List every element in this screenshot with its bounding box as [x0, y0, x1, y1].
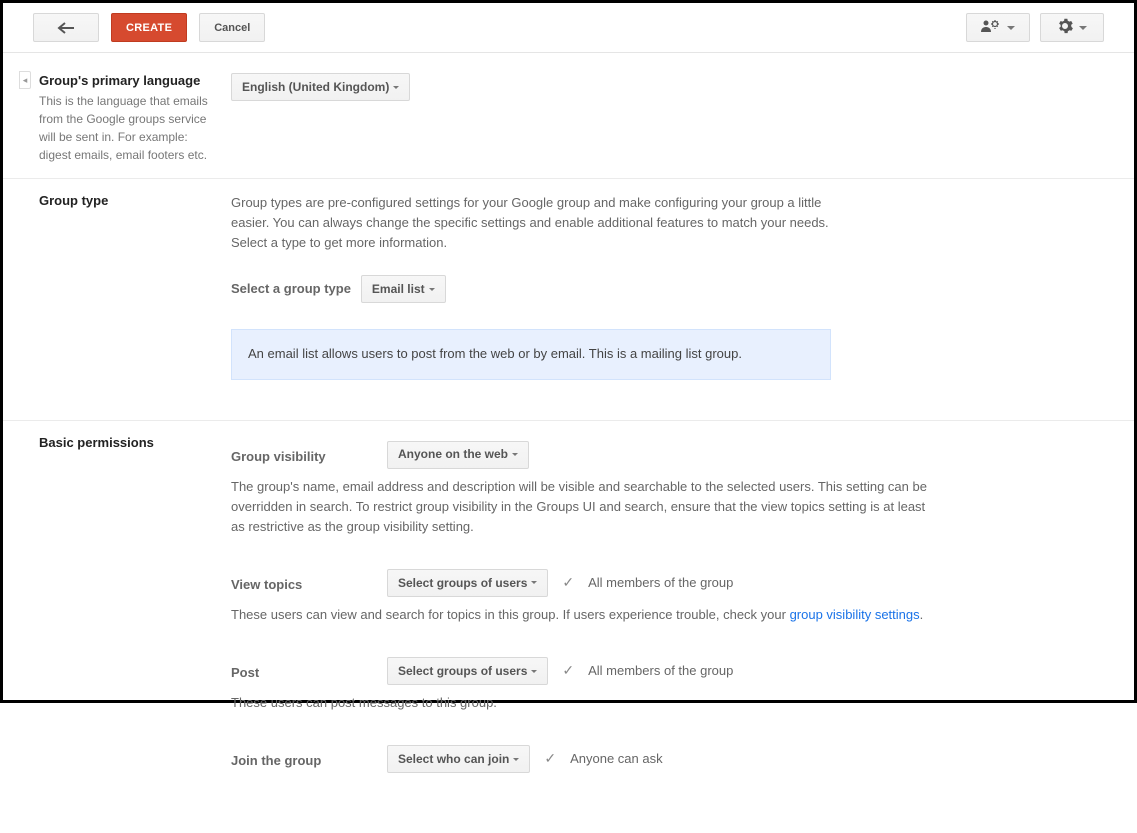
section-language: ◂ Group's primary language This is the l…: [3, 53, 1134, 179]
toolbar-left: CREATE Cancel: [33, 13, 265, 42]
view-topics-ctrl: Select groups of users ✓ All members of …: [387, 569, 733, 597]
cancel-button[interactable]: Cancel: [199, 13, 265, 42]
post-check-label: All members of the group: [588, 661, 733, 681]
post-dropdown[interactable]: Select groups of users: [387, 657, 548, 685]
join-ctrl: Select who can join ✓ Anyone can ask: [387, 745, 663, 773]
view-topics-row: View topics Select groups of users ✓ All…: [231, 569, 1084, 597]
back-button[interactable]: [33, 13, 99, 42]
chevron-down-icon: [531, 670, 537, 673]
people-gear-icon: [981, 19, 1001, 36]
check-icon: ✓: [562, 660, 574, 682]
group-type-info: An email list allows users to post from …: [231, 329, 831, 379]
join-check-label: Anyone can ask: [570, 749, 663, 769]
content: ◂ Group's primary language This is the l…: [3, 53, 1134, 833]
permissions-label: Basic permissions: [3, 435, 231, 774]
settings-button[interactable]: [1040, 13, 1104, 42]
visibility-desc: The group's name, email address and desc…: [231, 477, 931, 537]
view-topics-dropdown-value: Select groups of users: [398, 574, 527, 593]
join-dropdown[interactable]: Select who can join: [387, 745, 530, 773]
group-type-dropdown[interactable]: Email list: [361, 275, 446, 303]
check-icon: ✓: [544, 748, 556, 770]
visibility-row: Group visibility Anyone on the web: [231, 441, 1084, 469]
section-group-type: Group type Group types are pre-configure…: [3, 179, 1134, 421]
group-visibility-link[interactable]: group visibility settings: [790, 607, 920, 622]
collapse-panel-tab[interactable]: ◂: [19, 71, 31, 89]
group-type-body: Group types are pre-configured settings …: [231, 193, 1134, 380]
people-settings-button[interactable]: [966, 13, 1030, 42]
language-dropdown-value: English (United Kingdom): [242, 78, 389, 97]
check-icon: ✓: [562, 572, 574, 594]
post-label: Post: [231, 657, 387, 683]
language-desc: This is the language that emails from th…: [39, 92, 213, 164]
join-dropdown-value: Select who can join: [398, 750, 509, 769]
permissions-body: Group visibility Anyone on the web The g…: [231, 435, 1134, 774]
chevron-down-icon: [1079, 26, 1087, 30]
group-type-select-row: Select a group type Email list: [231, 275, 1084, 303]
language-dropdown[interactable]: English (United Kingdom): [231, 73, 410, 101]
group-type-dropdown-value: Email list: [372, 280, 425, 299]
visibility-label: Group visibility: [231, 441, 387, 467]
create-button[interactable]: CREATE: [111, 13, 187, 42]
visibility-dropdown[interactable]: Anyone on the web: [387, 441, 529, 469]
join-label: Join the group: [231, 745, 387, 771]
post-row: Post Select groups of users ✓ All member…: [231, 657, 1084, 685]
chevron-down-icon: [1007, 26, 1015, 30]
group-type-intro: Group types are pre-configured settings …: [231, 193, 831, 253]
group-type-title: Group type: [39, 193, 213, 208]
chevron-down-icon: [429, 288, 435, 291]
visibility-ctrl: Anyone on the web: [387, 441, 529, 469]
language-body: English (United Kingdom): [231, 73, 1134, 164]
post-desc: These users can post messages to this gr…: [231, 693, 931, 713]
join-row: Join the group Select who can join ✓ Any…: [231, 745, 1084, 773]
chevron-down-icon: [531, 581, 537, 584]
view-topics-check-label: All members of the group: [588, 573, 733, 593]
view-topics-desc-a: These users can view and search for topi…: [231, 607, 790, 622]
chevron-down-icon: [512, 453, 518, 456]
permissions-title: Basic permissions: [39, 435, 213, 450]
view-topics-desc: These users can view and search for topi…: [231, 605, 931, 625]
toolbar: CREATE Cancel: [3, 3, 1134, 53]
back-arrow-icon: [57, 22, 75, 34]
section-permissions: Basic permissions Group visibility Anyon…: [3, 421, 1134, 814]
group-type-label: Group type: [3, 193, 231, 380]
chevron-down-icon: [513, 758, 519, 761]
visibility-dropdown-value: Anyone on the web: [398, 445, 508, 464]
view-topics-label: View topics: [231, 569, 387, 595]
toolbar-right: [966, 13, 1104, 42]
chevron-down-icon: [393, 86, 399, 89]
post-dropdown-value: Select groups of users: [398, 662, 527, 681]
language-title: Group's primary language: [39, 73, 213, 88]
gear-icon: [1057, 18, 1073, 37]
section-language-label: ◂ Group's primary language This is the l…: [3, 73, 231, 164]
view-topics-desc-b: .: [920, 607, 924, 622]
post-ctrl: Select groups of users ✓ All members of …: [387, 657, 733, 685]
group-type-select-label: Select a group type: [231, 279, 351, 299]
view-topics-dropdown[interactable]: Select groups of users: [387, 569, 548, 597]
